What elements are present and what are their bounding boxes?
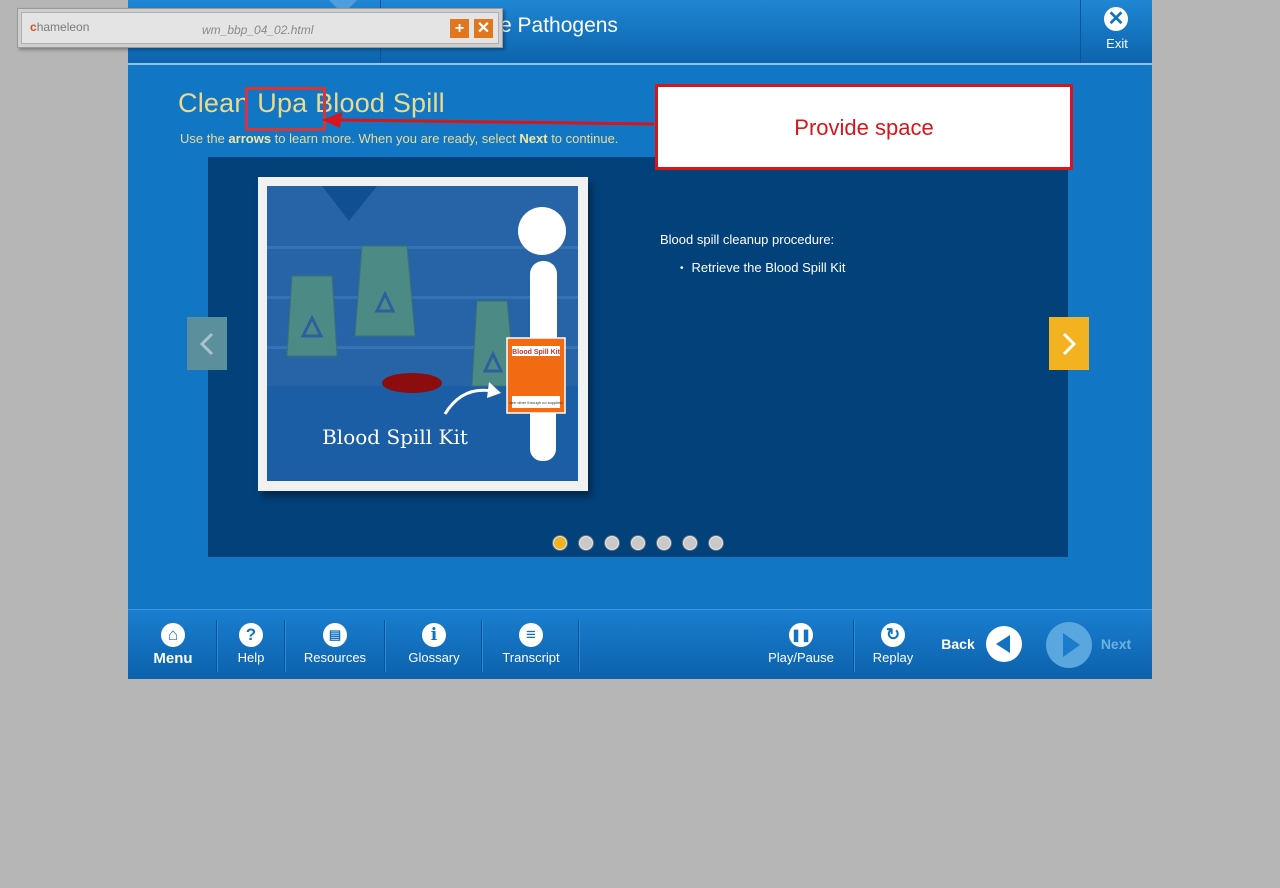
transcript-button[interactable]: ≡ Transcript <box>491 610 571 679</box>
glossary-label: Glossary <box>408 650 460 665</box>
close-toolbar-button[interactable]: ✕ <box>474 19 493 38</box>
instruction-arrows: arrows <box>228 131 272 146</box>
chevron-right-icon <box>1062 332 1077 356</box>
page-dot-4[interactable] <box>631 536 645 550</box>
exit-button[interactable]: ✕ Exit <box>1080 0 1152 63</box>
glossary-button[interactable]: i Glossary <box>394 610 474 679</box>
menu-label: Menu <box>153 650 193 667</box>
chameleon-toolbar[interactable]: chameleon wm_bbp_04_02.html + ✕ <box>17 8 503 48</box>
illustration-frame: Blood Spill Kit see other through no sup… <box>258 177 588 491</box>
play-pause-button[interactable]: ❚❚ Play/Pause <box>761 610 841 679</box>
procedure-item: Retrieve the Blood Spill Kit <box>680 260 846 275</box>
close-icon: ✕ <box>476 20 491 37</box>
chameleon-logo-c: c <box>30 20 37 34</box>
replay-icon: ↻ <box>881 623 905 647</box>
annotation-arrow <box>322 112 655 128</box>
chevron-left-icon <box>199 332 214 356</box>
content-panel: Blood Spill Kit see other through no sup… <box>208 157 1068 557</box>
page-dot-6[interactable] <box>683 536 697 550</box>
annotation-note: Provide space <box>794 115 934 140</box>
page-dot-3[interactable] <box>605 536 619 550</box>
exit-label: Exit <box>1106 36 1128 51</box>
list-icon: ≡ <box>519 623 543 647</box>
illustration-svg: Blood Spill Kit see other through no sup… <box>267 186 578 481</box>
help-icon: ? <box>239 623 263 647</box>
procedure-list: Retrieve the Blood Spill Kit <box>680 260 846 275</box>
replay-label: Replay <box>872 650 914 665</box>
play-pause-label: Play/Pause <box>768 650 834 665</box>
chameleon-filename: wm_bbp_04_02.html <box>202 23 314 37</box>
pause-icon: ❚❚ <box>789 623 813 647</box>
chameleon-toolbar-inner: chameleon wm_bbp_04_02.html + ✕ <box>21 12 499 44</box>
close-icon: ✕ <box>1104 7 1128 31</box>
next-arrow-icon <box>1063 633 1080 657</box>
footer-divider <box>284 620 286 672</box>
help-label: Help <box>237 650 265 665</box>
kit-label: Blood Spill Kit <box>512 349 560 356</box>
footer-divider <box>853 620 855 672</box>
home-icon: ⌂ <box>161 623 185 647</box>
help-button[interactable]: ? Help <box>221 610 281 679</box>
transcript-label: Transcript <box>502 650 560 665</box>
page-dot-1[interactable] <box>553 536 567 550</box>
menu-button[interactable]: ⌂ Menu <box>138 610 208 679</box>
plus-icon: + <box>454 20 465 37</box>
chameleon-logo-text: hameleon <box>36 20 90 34</box>
course-title: e Pathogens <box>500 14 618 37</box>
procedure-title: Blood spill cleanup procedure: <box>660 232 835 247</box>
next-slide-button[interactable] <box>1049 317 1089 370</box>
document-icon: ▤ <box>323 623 347 647</box>
back-label-button[interactable]: Back <box>936 610 980 679</box>
annotation-highlight <box>245 87 326 131</box>
illustration-caption: Blood Spill Kit <box>322 425 468 449</box>
resources-button[interactable]: ▤ Resources <box>295 610 375 679</box>
previous-slide-button[interactable] <box>187 317 227 370</box>
page-dot-5[interactable] <box>657 536 671 550</box>
kit-small-text: see other through no supplies <box>510 400 563 405</box>
add-comment-button[interactable]: + <box>450 19 469 38</box>
footer-divider <box>481 620 483 672</box>
chameleon-logo: chameleon <box>30 20 89 34</box>
page-dot-7[interactable] <box>709 536 723 550</box>
back-arrow-icon <box>996 635 1010 653</box>
footer-divider <box>216 620 218 672</box>
back-button[interactable] <box>986 626 1022 662</box>
next-label: Next <box>1100 636 1132 652</box>
footer-divider <box>384 620 386 672</box>
back-label: Back <box>941 636 975 652</box>
footer-toolbar: ⌂ Menu ? Help ▤ Resources i Glossary ≡ T… <box>128 609 1152 679</box>
footer-divider <box>578 620 580 672</box>
resources-label: Resources <box>303 650 367 665</box>
next-button[interactable] <box>1046 622 1092 668</box>
blood-spill-illustration: Blood Spill Kit see other through no sup… <box>267 186 578 481</box>
info-icon: i <box>422 623 446 647</box>
page-dot-2[interactable] <box>579 536 593 550</box>
replay-button[interactable]: ↻ Replay <box>861 610 925 679</box>
instruction-prefix: Use the <box>180 131 229 146</box>
pagination-dots <box>208 536 1068 550</box>
annotation-box: Provide space <box>655 84 1073 170</box>
next-label-button[interactable]: Next <box>1094 610 1138 679</box>
